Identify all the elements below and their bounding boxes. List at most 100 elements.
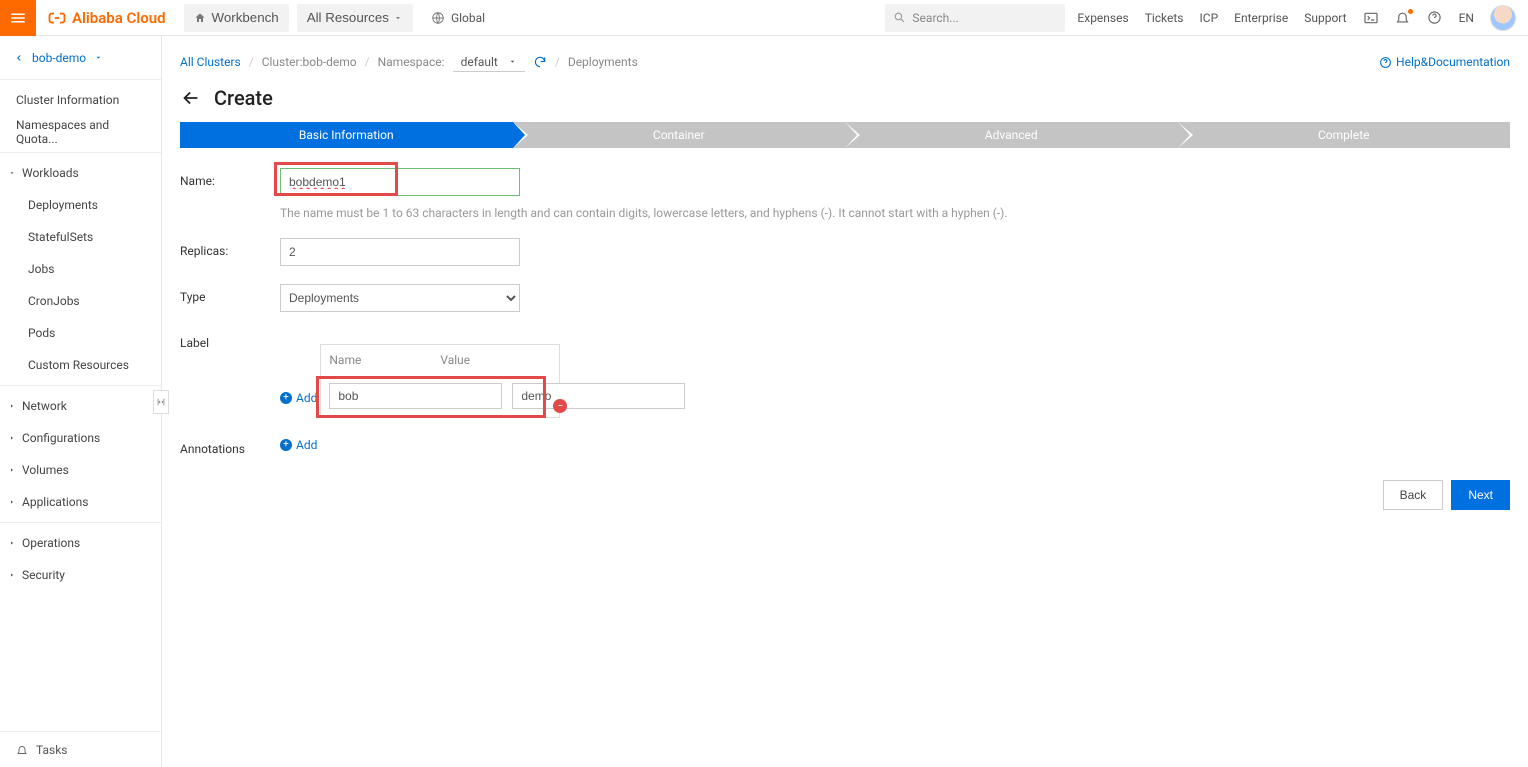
remove-label-button[interactable]: − <box>553 399 567 413</box>
alibaba-cloud-icon <box>48 9 66 27</box>
annotations-label: Annotations <box>180 436 280 456</box>
project-selector[interactable]: bob-demo <box>0 36 161 80</box>
bc-separator: / <box>365 55 370 69</box>
workbench-button[interactable]: Workbench <box>184 4 289 32</box>
sidebar-item-namespaces[interactable]: Namespaces and Quota... <box>0 116 161 148</box>
label-row <box>321 375 559 417</box>
cloudshell-icon[interactable] <box>1363 10 1379 26</box>
sidebar-item-custom-resources[interactable]: Custom Resources <box>0 349 161 381</box>
plus-icon: + <box>280 439 292 451</box>
sidebar-item-cluster-info[interactable]: Cluster Information <box>0 84 161 116</box>
nav-enterprise[interactable]: Enterprise <box>1234 11 1288 25</box>
sidebar: bob-demo Cluster Information Namespaces … <box>0 36 162 767</box>
lang-label[interactable]: EN <box>1459 11 1474 25</box>
group-label: Workloads <box>22 166 79 180</box>
step-basic-information[interactable]: Basic Information <box>180 122 513 148</box>
tasks-label: Tasks <box>36 743 68 757</box>
brand-logo[interactable]: Alibaba Cloud <box>36 9 178 27</box>
region-label: Global <box>451 11 485 25</box>
sidebar-collapse-toggle[interactable] <box>153 390 169 414</box>
chevron-left-icon <box>14 53 24 63</box>
create-form: Name: The name must be 1 to 63 character… <box>180 168 1510 456</box>
add-label-link[interactable]: + Add <box>280 391 317 405</box>
sidebar-group-operations[interactable]: Operations <box>0 527 161 559</box>
sidebar-group-applications[interactable]: Applications <box>0 486 161 518</box>
search-icon <box>893 11 906 24</box>
nav-tickets[interactable]: Tickets <box>1145 11 1184 25</box>
chevron-down-icon <box>393 13 403 23</box>
add-annotation-text: Add <box>296 438 317 452</box>
group-label: Applications <box>22 495 88 509</box>
group-label: Configurations <box>22 431 100 445</box>
group-label: Network <box>22 399 67 413</box>
user-avatar[interactable] <box>1490 5 1516 31</box>
bc-cluster: Cluster:bob-demo <box>262 55 357 69</box>
nav-expenses[interactable]: Expenses <box>1077 11 1128 25</box>
globe-icon <box>431 11 445 25</box>
top-bar: Alibaba Cloud Workbench All Resources Gl… <box>0 0 1528 36</box>
top-nav-links: Expenses Tickets ICP Enterprise Support … <box>1065 5 1528 31</box>
brand-text: Alibaba Cloud <box>72 9 166 27</box>
sidebar-item-jobs[interactable]: Jobs <box>0 253 161 285</box>
sidebar-item-cronjobs[interactable]: CronJobs <box>0 285 161 317</box>
sidebar-tasks[interactable]: Tasks <box>0 731 161 767</box>
type-select[interactable]: Deployments <box>280 284 520 312</box>
label-col-name: Name <box>329 353 440 367</box>
replicas-input[interactable] <box>280 238 520 266</box>
plus-icon: + <box>280 392 292 404</box>
search-placeholder: Search... <box>912 11 958 25</box>
replicas-label: Replicas: <box>180 238 280 258</box>
namespace-value: default <box>461 55 498 69</box>
bell-icon[interactable] <box>1395 10 1411 26</box>
step-container[interactable]: Container <box>513 122 846 148</box>
namespace-selector[interactable]: default <box>453 53 525 72</box>
step-complete[interactable]: Complete <box>1178 122 1511 148</box>
sidebar-group-security[interactable]: Security <box>0 559 161 591</box>
step-advanced[interactable]: Advanced <box>845 122 1178 148</box>
main-content: All Clusters / Cluster:bob-demo / Namesp… <box>162 36 1528 767</box>
sidebar-item-deployments[interactable]: Deployments <box>0 189 161 221</box>
caret-right-icon <box>8 539 16 547</box>
caret-right-icon <box>8 571 16 579</box>
sidebar-item-statefulsets[interactable]: StatefulSets <box>0 221 161 253</box>
all-resources-dropdown[interactable]: All Resources <box>297 4 413 32</box>
global-search[interactable]: Search... <box>885 4 1065 32</box>
next-button[interactable]: Next <box>1451 480 1510 510</box>
page-title: Create <box>214 86 273 110</box>
help-documentation-link[interactable]: Help&Documentation <box>1379 55 1510 69</box>
caret-right-icon <box>8 498 16 506</box>
sidebar-group-configurations[interactable]: Configurations <box>0 422 161 454</box>
label-table: Name Value − <box>320 344 560 418</box>
label-value-input[interactable] <box>512 383 685 409</box>
bc-deployments: Deployments <box>568 55 638 69</box>
all-resources-label: All Resources <box>307 10 389 25</box>
refresh-icon[interactable] <box>533 55 547 69</box>
label-name-input[interactable] <box>329 383 502 409</box>
workbench-label: Workbench <box>212 10 279 25</box>
collapse-icon <box>156 397 166 407</box>
project-name: bob-demo <box>32 51 86 65</box>
add-annotation-link[interactable]: + Add <box>280 438 317 452</box>
menu-toggle[interactable] <box>0 0 36 36</box>
caret-down-icon <box>508 57 517 66</box>
nav-icp[interactable]: ICP <box>1200 11 1219 25</box>
nav-support[interactable]: Support <box>1304 11 1346 25</box>
sidebar-item-pods[interactable]: Pods <box>0 317 161 349</box>
region-selector[interactable]: Global <box>431 11 485 25</box>
back-button[interactable]: Back <box>1383 480 1444 510</box>
bell-outline-icon <box>16 744 28 756</box>
breadcrumb: All Clusters / Cluster:bob-demo / Namesp… <box>180 48 1510 76</box>
caret-right-icon <box>8 402 16 410</box>
sidebar-group-network[interactable]: Network <box>0 390 161 422</box>
hamburger-icon <box>9 9 27 27</box>
caret-down-icon <box>8 169 16 177</box>
name-hint: The name must be 1 to 63 characters in l… <box>280 206 1180 220</box>
help-icon[interactable] <box>1427 10 1443 26</box>
sidebar-group-volumes[interactable]: Volumes <box>0 454 161 486</box>
notification-dot <box>1408 9 1413 14</box>
bc-separator: / <box>555 55 560 69</box>
bc-all-clusters[interactable]: All Clusters <box>180 55 241 69</box>
name-input[interactable] <box>280 168 520 196</box>
sidebar-group-workloads[interactable]: Workloads <box>0 157 161 189</box>
back-arrow-icon[interactable] <box>180 87 202 109</box>
